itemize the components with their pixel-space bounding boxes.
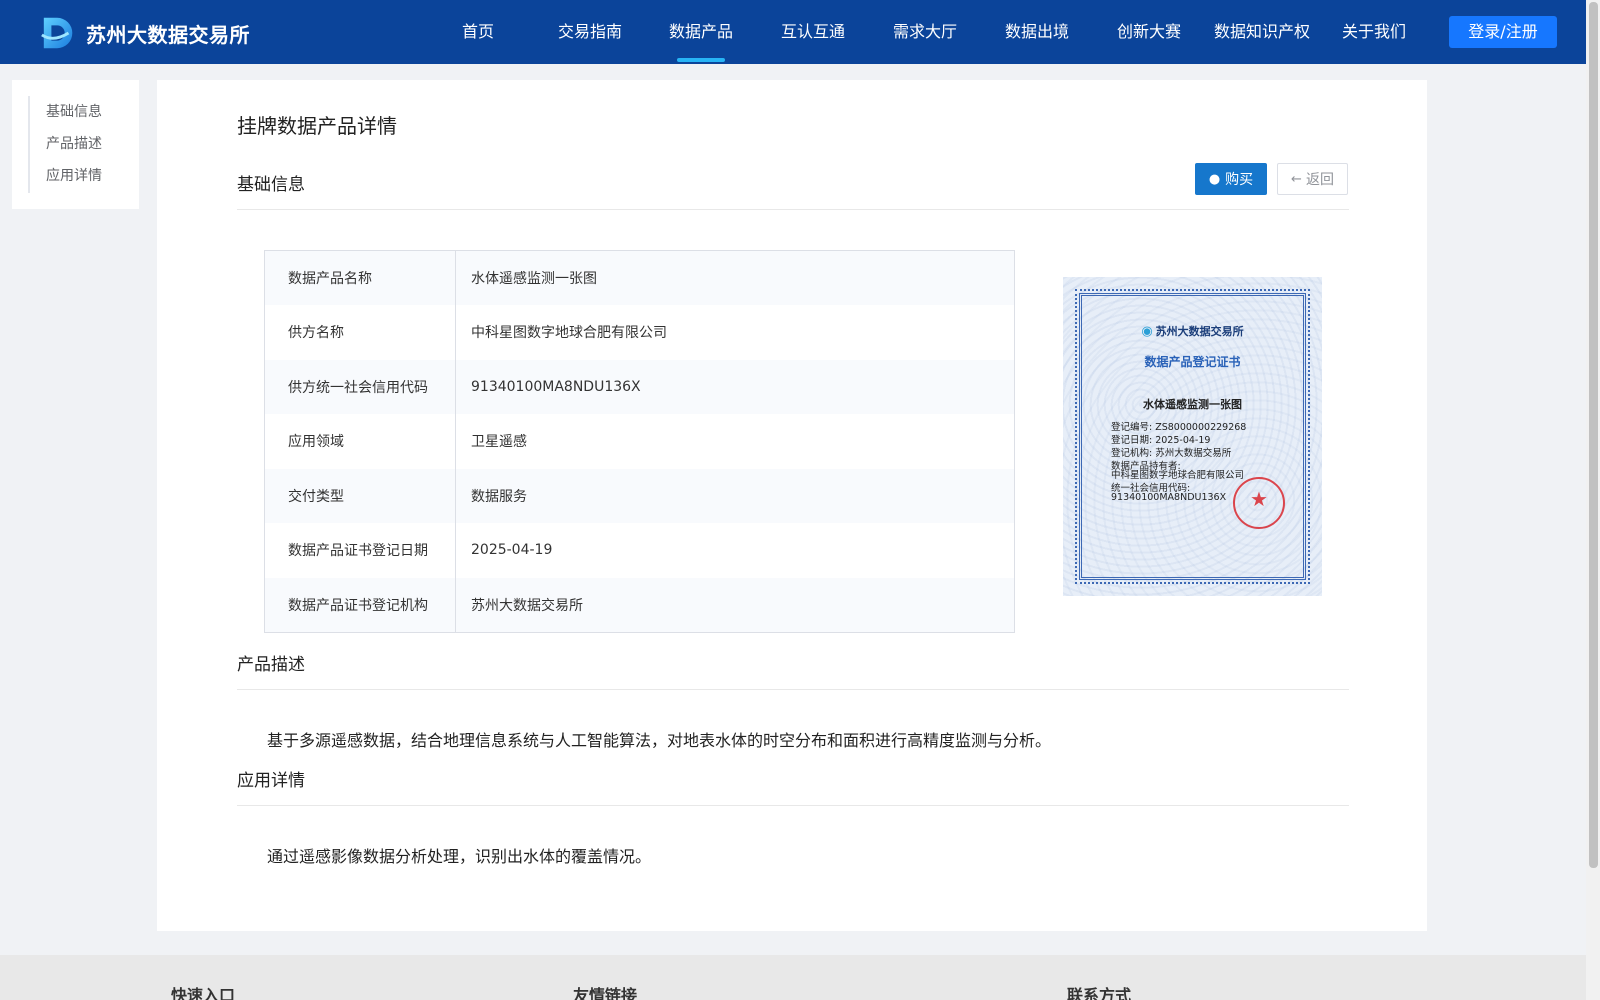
- info-key: 交付类型: [264, 468, 456, 523]
- table-row: 供方名称 中科星图数字地球合肥有限公司: [264, 305, 1015, 360]
- info-key: 数据产品证书登记日期: [264, 523, 456, 578]
- info-key: 数据产品证书登记机构: [264, 577, 456, 632]
- certificate-line: 91340100MA8NDU136X: [1111, 492, 1227, 503]
- nav-innovation-contest[interactable]: 创新大赛: [1110, 0, 1188, 64]
- info-value: 91340100MA8NDU136X: [471, 378, 641, 395]
- sidenav-item-basic-info[interactable]: 基础信息: [28, 96, 139, 128]
- basic-info-title: 基础信息: [237, 175, 305, 195]
- description-title: 产品描述: [237, 655, 305, 675]
- certificate-line: 中科星图数字地球合肥有限公司: [1111, 470, 1245, 481]
- footer-friendly-links-title: 友情链接: [573, 986, 638, 1000]
- nav-data-products[interactable]: 数据产品: [662, 0, 740, 64]
- application-text: 通过遥感影像数据分析处理，识别出水体的覆盖情况。: [267, 847, 652, 866]
- info-key: 数据产品名称: [264, 250, 456, 305]
- nav-mutual-recognition[interactable]: 互认互通: [774, 0, 852, 64]
- brand-logo[interactable]: 苏州大数据交易所: [40, 13, 250, 53]
- official-seal-icon: ★: [1233, 477, 1285, 529]
- certificate-image[interactable]: ◉ 苏州大数据交易所 数据产品登记证书 水体遥感监测一张图 登记编号: ZS800…: [1063, 277, 1322, 596]
- anchor-sidenav: 基础信息 产品描述 应用详情: [12, 80, 139, 209]
- certificate-line: 登记编号: ZS8000000229268: [1111, 422, 1247, 433]
- info-key: 应用领域: [264, 414, 456, 469]
- table-row: 供方统一社会信用代码 91340100MA8NDU136X: [264, 359, 1015, 414]
- info-value: 2025-04-19: [471, 542, 553, 559]
- table-row: 数据产品证书登记机构 苏州大数据交易所: [264, 577, 1015, 632]
- table-row: 数据产品证书登记日期 2025-04-19: [264, 523, 1015, 578]
- back-button-label: 返回: [1305, 172, 1334, 188]
- info-key: 供方名称: [264, 305, 456, 360]
- footer-quick-links-title: 快速入口: [171, 986, 236, 1000]
- money-bag-icon: ●: [1208, 171, 1221, 187]
- basic-info-table: 数据产品名称 水体遥感监测一张图 供方名称 中科星图数字地球合肥有限公司 供方统…: [264, 250, 1015, 633]
- table-row: 应用领域 卫星遥感: [264, 414, 1015, 469]
- info-value: 苏州大数据交易所: [471, 597, 583, 614]
- certificate-logo-text: 苏州大数据交易所: [1155, 325, 1244, 338]
- sidenav-item-product-description[interactable]: 产品描述: [28, 128, 139, 160]
- nav-about-us[interactable]: 关于我们: [1335, 0, 1413, 64]
- product-detail-card: 挂牌数据产品详情 基础信息 ● 购买 ← 返回 数据产品名称 水体遥感监测一张图…: [157, 80, 1427, 931]
- page-title: 挂牌数据产品详情: [237, 114, 397, 138]
- description-header: 产品描述: [237, 636, 1349, 690]
- table-row: 数据产品名称 水体遥感监测一张图: [264, 250, 1015, 305]
- info-key: 供方统一社会信用代码: [264, 359, 456, 414]
- vertical-scrollbar[interactable]: [1586, 0, 1600, 1000]
- certificate-title: 数据产品登记证书: [1144, 355, 1241, 369]
- application-title: 应用详情: [237, 771, 305, 791]
- brand-logo-icon: [41, 17, 73, 49]
- page-footer: 快速入口 友情链接 联系方式: [0, 955, 1586, 1000]
- buy-button-label: 购买: [1225, 172, 1254, 188]
- buy-button[interactable]: ● 购买: [1195, 163, 1267, 195]
- brand-name: 苏州大数据交易所: [86, 22, 250, 47]
- seal-star-icon: ★: [1250, 487, 1268, 511]
- certificate-line: 登记机构: 苏州大数据交易所: [1111, 448, 1232, 459]
- basic-info-header: 基础信息: [237, 156, 1349, 210]
- nav-home[interactable]: 首页: [447, 0, 509, 64]
- scrollbar-thumb[interactable]: [1589, 2, 1598, 868]
- nav-demand-hall[interactable]: 需求大厅: [886, 0, 964, 64]
- exchange-logo-icon: ◉: [1141, 324, 1153, 339]
- certificate-product-name: 水体遥感监测一张图: [1143, 398, 1242, 411]
- table-row: 交付类型 数据服务: [264, 468, 1015, 523]
- sidenav-item-application-details[interactable]: 应用详情: [28, 160, 139, 192]
- top-header: 苏州大数据交易所 首页 交易指南 数据产品 互认互通 需求大厅 数据出境 创新大…: [0, 0, 1586, 64]
- application-header: 应用详情: [237, 752, 1349, 806]
- back-button[interactable]: ← 返回: [1277, 163, 1348, 195]
- login-register-button[interactable]: 登录/注册: [1449, 16, 1557, 48]
- nav-data-export[interactable]: 数据出境: [998, 0, 1076, 64]
- nav-trading-guide[interactable]: 交易指南: [551, 0, 629, 64]
- certificate-logo: ◉ 苏州大数据交易所: [1063, 323, 1322, 339]
- info-value: 卫星遥感: [471, 434, 527, 451]
- description-text: 基于多源遥感数据，结合地理信息系统与人工智能算法，对地表水体的时空分布和面积进行…: [267, 731, 1052, 750]
- certificate-line: 登记日期: 2025-04-19: [1111, 435, 1211, 446]
- info-value: 数据服务: [471, 488, 527, 505]
- footer-contact-title: 联系方式: [1067, 986, 1132, 1000]
- nav-data-ip[interactable]: 数据知识产权: [1212, 0, 1312, 64]
- certificate-details: 登记编号: ZS8000000229268 登记日期: 2025-04-19 登…: [1111, 421, 1246, 504]
- arrow-left-icon: ←: [1291, 171, 1302, 187]
- info-value: 中科星图数字地球合肥有限公司: [471, 325, 667, 342]
- info-value: 水体遥感监测一张图: [471, 271, 597, 287]
